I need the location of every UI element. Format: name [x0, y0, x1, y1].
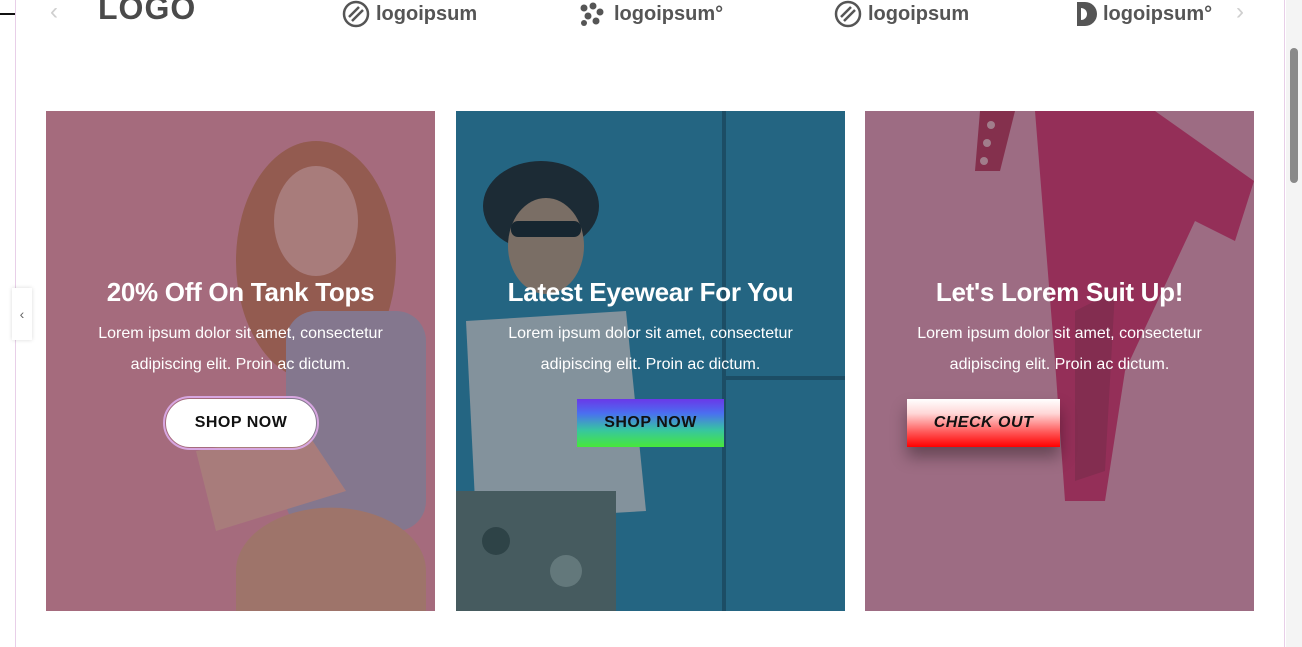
logo-text: logoipsum — [868, 2, 970, 25]
promo-card-tank-tops: 20% Off On Tank Tops Lorem ipsum dolor s… — [46, 111, 435, 611]
logo-brand-4[interactable]: logoipsum — [834, 0, 969, 28]
carousel-next-arrow[interactable]: › — [1236, 0, 1244, 24]
vertical-scrollbar[interactable] — [1286, 0, 1302, 647]
logo-text: logoipsum° — [1103, 2, 1213, 25]
logo-text: logoipsum — [376, 2, 478, 25]
card-title: Let's Lorem Suit Up! — [935, 277, 1184, 307]
dots-cluster-icon — [578, 0, 608, 28]
logo-text: LOGO — [98, 0, 197, 26]
logo-brand-5[interactable]: logoipsum° — [1073, 0, 1212, 28]
promo-card-eyewear: Latest Eyewear For You Lorem ipsum dolor… — [456, 111, 845, 611]
logo-carousel: ‹ LOGO logoipsum logoipsum° logoipsum lo… — [40, 0, 1260, 30]
chevron-left-icon: ‹ — [19, 306, 25, 322]
logo-brand-2[interactable]: logoipsum — [342, 0, 477, 28]
half-circle-icon — [1073, 0, 1097, 28]
side-collapse-tab[interactable]: ‹ — [12, 288, 32, 340]
shop-now-button[interactable]: SHOP NOW — [163, 396, 319, 450]
carousel-prev-arrow[interactable]: ‹ — [50, 0, 58, 24]
card-description: Lorem ipsum dolor sit amet, consectetur … — [98, 325, 383, 373]
promo-card-suit-up: Let's Lorem Suit Up! Lorem ipsum dolor s… — [865, 111, 1254, 611]
card-title: Latest Eyewear For You — [507, 277, 794, 307]
scrollbar-thumb[interactable] — [1290, 48, 1298, 183]
card-title: 20% Off On Tank Tops — [106, 277, 375, 307]
check-out-button[interactable]: CHECK OUT — [907, 399, 1060, 447]
logo-brand-3[interactable]: logoipsum° — [578, 0, 723, 28]
logo-text: logoipsum° — [614, 2, 724, 25]
card-description: Lorem ipsum dolor sit amet, consectetur … — [917, 325, 1202, 373]
circle-stripes-icon — [342, 0, 370, 28]
logo-brand-1[interactable]: LOGO — [98, 0, 196, 27]
card-description: Lorem ipsum dolor sit amet, consectetur … — [508, 325, 793, 373]
left-divider — [0, 13, 15, 15]
shop-now-button[interactable]: SHOP NOW — [577, 399, 724, 447]
circle-stripes-icon — [834, 0, 862, 28]
